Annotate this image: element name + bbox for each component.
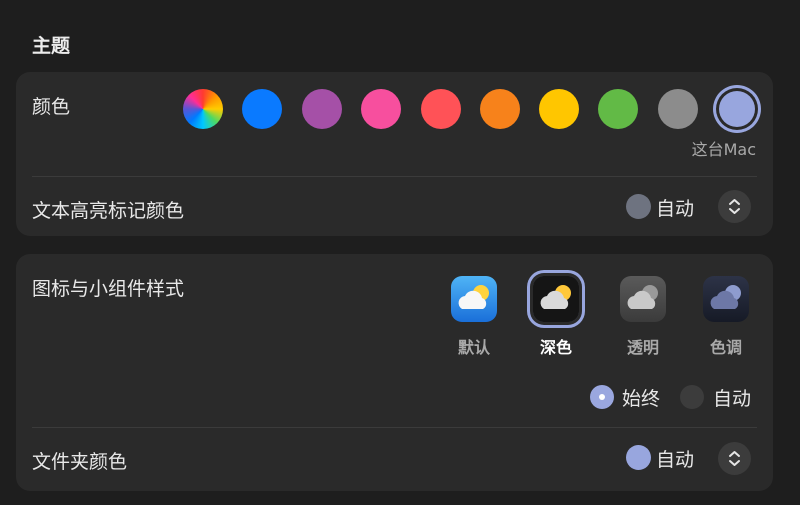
swatch-yellow[interactable]: [539, 89, 579, 129]
radio-auto[interactable]: [680, 385, 704, 409]
color-label: 颜色: [32, 96, 71, 118]
weather-dark-icon: [533, 276, 579, 322]
icon-style-default[interactable]: [451, 276, 497, 322]
weather-tinted-icon: [703, 276, 749, 322]
folder-color-stepper[interactable]: [718, 442, 751, 475]
weather-default-icon: [451, 276, 497, 322]
highlight-color-value: 自动: [656, 198, 695, 220]
divider: [32, 176, 757, 177]
radio-always-label[interactable]: 始终: [622, 384, 660, 411]
weather-clear-icon: [620, 276, 666, 322]
swatch-green[interactable]: [598, 89, 638, 129]
section-title: 主题: [32, 35, 71, 57]
icon-style-label: 图标与小组件样式: [32, 278, 185, 300]
swatch-multicolor[interactable]: [183, 89, 223, 129]
highlight-color-dot: [626, 194, 651, 219]
swatch-orange[interactable]: [480, 89, 520, 129]
icon-style-default-label: 默认: [457, 338, 490, 357]
swatch-graphite[interactable]: [658, 89, 698, 129]
divider: [32, 427, 757, 428]
chevron-up-down-icon: [729, 451, 740, 466]
icon-style-dark[interactable]: [533, 276, 579, 322]
radio-auto-label[interactable]: 自动: [713, 384, 751, 411]
icon-style-clear[interactable]: [620, 276, 666, 322]
highlight-color-stepper[interactable]: [718, 190, 751, 223]
highlight-color-label: 文本高亮标记颜色: [32, 200, 185, 222]
folder-color-dot: [626, 445, 651, 470]
icon-style-tinted-label: 色调: [709, 338, 742, 357]
swatch-red[interactable]: [421, 89, 461, 129]
swatch-blue[interactable]: [242, 89, 282, 129]
swatch-caption: 这台Mac: [691, 140, 756, 159]
theme-color-card: 颜色 这台Mac 文本高亮标记颜色 自动: [16, 72, 773, 236]
chevron-up-down-icon: [729, 199, 740, 214]
icon-style-tinted[interactable]: [703, 276, 749, 322]
swatch-this-mac[interactable]: [719, 91, 755, 127]
icon-style-clear-label: 透明: [626, 338, 659, 357]
icon-style-dark-label: 深色: [539, 338, 572, 357]
icon-widget-card: 图标与小组件样式 默认 深色 透明 色调 始终 自动 文件夹颜色 自动: [16, 254, 773, 491]
radio-always[interactable]: [590, 385, 614, 409]
swatch-purple[interactable]: [302, 89, 342, 129]
folder-color-value: 自动: [656, 449, 695, 471]
swatch-pink[interactable]: [361, 89, 401, 129]
folder-color-label: 文件夹颜色: [32, 451, 128, 473]
